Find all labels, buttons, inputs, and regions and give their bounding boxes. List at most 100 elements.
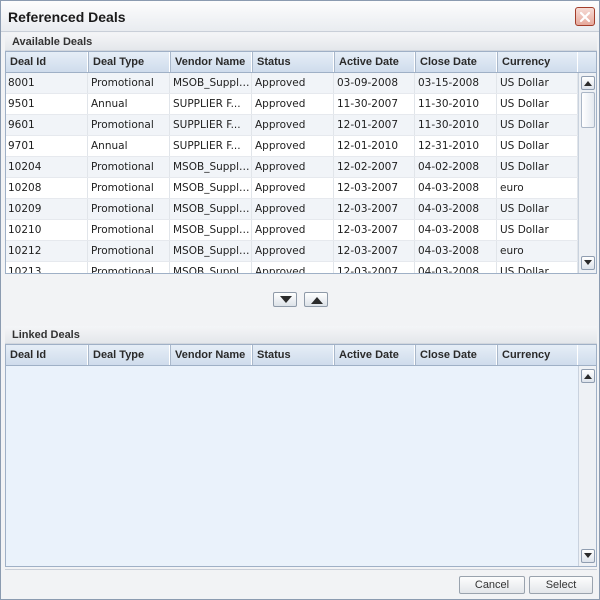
col-header-status[interactable]: Status bbox=[253, 345, 334, 365]
cell-deal-id: 9701 bbox=[6, 136, 88, 156]
cell-deal-id: 9601 bbox=[6, 115, 88, 135]
col-header-currency[interactable]: Currency bbox=[498, 52, 578, 72]
cell-currency: euro bbox=[498, 178, 578, 198]
cell-close-date: 03-15-2008 bbox=[416, 73, 497, 93]
cell-currency: US Dollar bbox=[498, 157, 578, 177]
table-row[interactable]: 10209 Promotional MSOB_Suppli... Approved 12… bbox=[6, 199, 578, 220]
scroll-thumb[interactable] bbox=[581, 92, 595, 128]
cell-deal-type: Promotional bbox=[89, 220, 170, 240]
col-header-active-date[interactable]: Active Date bbox=[335, 345, 415, 365]
cell-status: Approved bbox=[253, 178, 334, 198]
cell-deal-type: Promotional bbox=[89, 178, 170, 198]
cell-deal-id: 10208 bbox=[6, 178, 88, 198]
col-header-deal-id[interactable]: Deal Id bbox=[6, 52, 88, 72]
cell-deal-id: 9501 bbox=[6, 94, 88, 114]
cell-status: Approved bbox=[253, 115, 334, 135]
available-vertical-scrollbar[interactable] bbox=[578, 73, 596, 273]
scroll-down-icon bbox=[584, 260, 592, 265]
cell-close-date: 04-03-2008 bbox=[416, 178, 497, 198]
scroll-up-button[interactable] bbox=[581, 76, 595, 90]
close-button[interactable] bbox=[575, 7, 595, 26]
move-up-button[interactable] bbox=[304, 292, 328, 307]
available-deals-label: Available Deals bbox=[12, 36, 93, 48]
scroll-down-button[interactable] bbox=[581, 549, 595, 563]
select-button[interactable]: Select bbox=[529, 576, 593, 594]
scroll-up-icon bbox=[584, 374, 592, 379]
scroll-up-button[interactable] bbox=[581, 369, 595, 383]
cell-deal-id: 10212 bbox=[6, 241, 88, 261]
cell-vendor-name: MSOB_Suppli... bbox=[171, 220, 252, 240]
dialog-title: Referenced Deals bbox=[8, 9, 126, 25]
footer-divider bbox=[5, 569, 597, 570]
col-header-active-date[interactable]: Active Date bbox=[335, 52, 415, 72]
table-row[interactable]: 8001 Promotional MSOB_Suppli... Approved 03-… bbox=[6, 73, 578, 94]
table-row[interactable]: 10210 Promotional MSOB_Suppli... Approved 12… bbox=[6, 220, 578, 241]
cancel-button[interactable]: Cancel bbox=[459, 576, 525, 594]
cell-status: Approved bbox=[253, 241, 334, 261]
cell-deal-id: 10210 bbox=[6, 220, 88, 240]
cell-deal-type: Annual bbox=[89, 136, 170, 156]
cell-active-date: 12-03-2007 bbox=[335, 199, 415, 219]
col-header-vendor-name[interactable]: Vendor Name bbox=[171, 52, 252, 72]
move-down-button[interactable] bbox=[273, 292, 297, 307]
grid-header-corner bbox=[578, 345, 596, 366]
cell-deal-type: Annual bbox=[89, 94, 170, 114]
cell-status: Approved bbox=[253, 220, 334, 240]
cell-vendor-name: SUPPLIER F... bbox=[171, 136, 252, 156]
title-bar: Referenced Deals bbox=[1, 1, 599, 32]
cell-status: Approved bbox=[253, 94, 334, 114]
cell-currency: US Dollar bbox=[498, 73, 578, 93]
table-row[interactable]: 9701 Annual SUPPLIER F... Approved 12-01-201… bbox=[6, 136, 578, 157]
cell-deal-type: Promotional bbox=[89, 241, 170, 261]
col-header-vendor-name[interactable]: Vendor Name bbox=[171, 345, 252, 365]
cell-close-date: 04-03-2008 bbox=[416, 199, 497, 219]
cell-deal-type: Promotional bbox=[89, 262, 170, 273]
cell-vendor-name: MSOB_Suppli... bbox=[171, 73, 252, 93]
table-row[interactable]: 10213 Promotional MSOB_Suppli... Approved 12… bbox=[6, 262, 578, 273]
cell-close-date: 04-02-2008 bbox=[416, 157, 497, 177]
col-header-currency[interactable]: Currency bbox=[498, 345, 578, 365]
cell-close-date: 04-03-2008 bbox=[416, 241, 497, 261]
cell-active-date: 12-03-2007 bbox=[335, 262, 415, 273]
cell-vendor-name: SUPPLIER F... bbox=[171, 94, 252, 114]
cell-deal-id: 10213 bbox=[6, 262, 88, 273]
col-header-close-date[interactable]: Close Date bbox=[416, 345, 497, 365]
arrow-down-icon bbox=[280, 296, 292, 303]
table-row[interactable]: 10208 Promotional MSOB_Suppli... Approved 12… bbox=[6, 178, 578, 199]
cell-active-date: 12-03-2007 bbox=[335, 178, 415, 198]
close-icon bbox=[579, 11, 591, 23]
cell-currency: US Dollar bbox=[498, 94, 578, 114]
cell-deal-type: Promotional bbox=[89, 199, 170, 219]
cell-status: Approved bbox=[253, 136, 334, 156]
scroll-down-button[interactable] bbox=[581, 256, 595, 270]
cell-active-date: 11-30-2007 bbox=[335, 94, 415, 114]
table-row[interactable]: 10204 Promotional MSOB_Suppli... Approved 12… bbox=[6, 157, 578, 178]
cell-status: Approved bbox=[253, 157, 334, 177]
col-header-close-date[interactable]: Close Date bbox=[416, 52, 497, 72]
col-header-deal-id[interactable]: Deal Id bbox=[6, 345, 88, 365]
table-row[interactable]: 9501 Annual SUPPLIER F... Approved 11-30-200… bbox=[6, 94, 578, 115]
available-grid-header: Deal Id Deal Type Vendor Name Status Act… bbox=[6, 52, 578, 73]
cell-deal-type: Promotional bbox=[89, 73, 170, 93]
cell-active-date: 12-03-2007 bbox=[335, 241, 415, 261]
available-deals-grid: Deal Id Deal Type Vendor Name Status Act… bbox=[5, 51, 597, 274]
cell-currency: US Dollar bbox=[498, 220, 578, 240]
table-row[interactable]: 10212 Promotional MSOB_Suppli... Approved 12… bbox=[6, 241, 578, 262]
table-row[interactable]: 9601 Promotional SUPPLIER F... Approved 12-0… bbox=[6, 115, 578, 136]
cell-status: Approved bbox=[253, 73, 334, 93]
linked-deals-header: Linked Deals bbox=[5, 326, 597, 344]
grid-header-corner bbox=[578, 52, 596, 73]
linked-deals-label: Linked Deals bbox=[12, 329, 80, 341]
col-header-deal-type[interactable]: Deal Type bbox=[89, 52, 170, 72]
scroll-up-icon bbox=[584, 81, 592, 86]
cell-active-date: 12-03-2007 bbox=[335, 220, 415, 240]
cell-close-date: 04-03-2008 bbox=[416, 262, 497, 273]
col-header-deal-type[interactable]: Deal Type bbox=[89, 345, 170, 365]
cell-close-date: 12-31-2010 bbox=[416, 136, 497, 156]
cell-active-date: 12-01-2007 bbox=[335, 115, 415, 135]
cell-vendor-name: MSOB_Suppli... bbox=[171, 157, 252, 177]
cell-close-date: 11-30-2010 bbox=[416, 94, 497, 114]
col-header-status[interactable]: Status bbox=[253, 52, 334, 72]
linked-vertical-scrollbar[interactable] bbox=[578, 366, 596, 566]
available-deals-header: Available Deals bbox=[5, 33, 597, 51]
